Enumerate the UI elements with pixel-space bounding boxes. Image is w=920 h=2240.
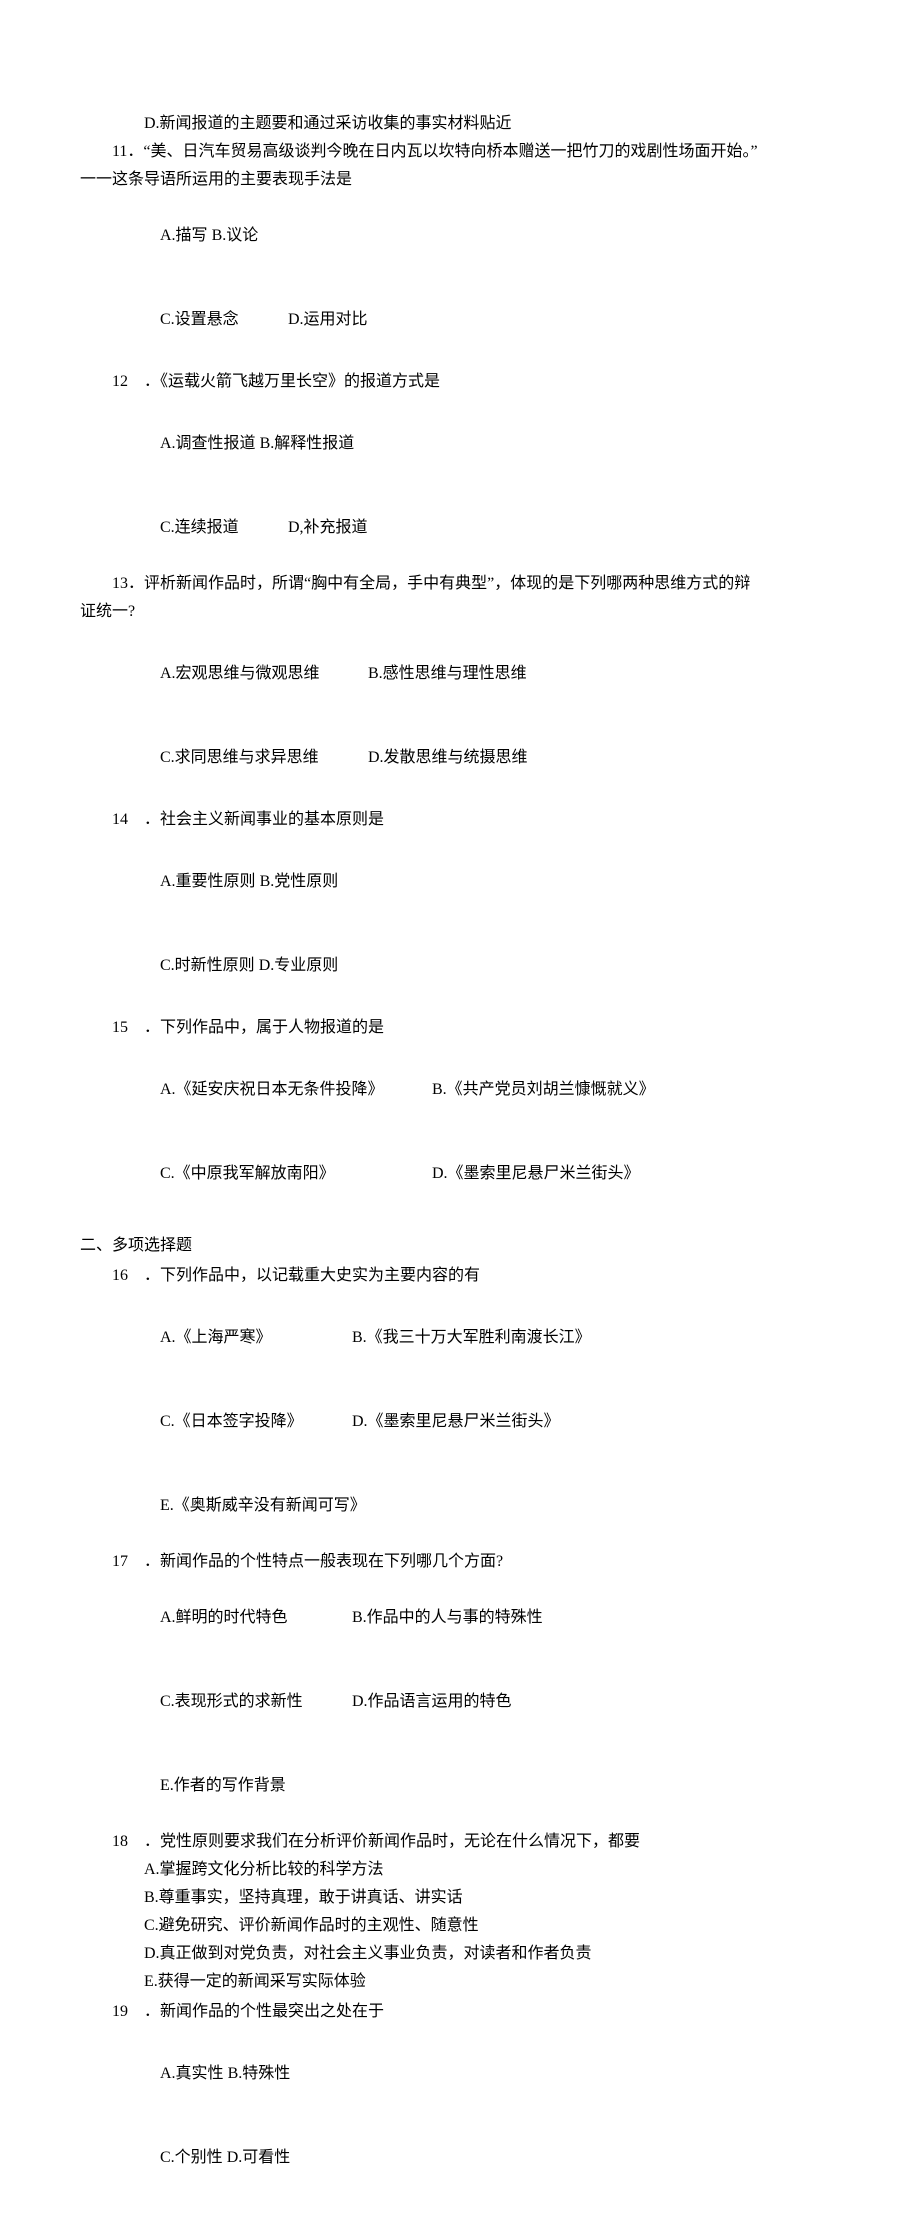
q16-option-c: C.《日本签字投降》 [160,1408,352,1436]
q14-option-c: C.时新性原则 [160,952,255,980]
q12-option-a: A.调查性报道 [160,430,256,458]
q12-option-d: D,补充报道 [288,514,368,542]
q18-option-a: A.掌握跨文化分析比较的科学方法 [80,1856,840,1884]
q18-option-e: E.获得一定的新闻采写实际体验 [80,1968,840,1996]
q12-option-c: C.连续报道 [160,514,288,542]
q15-options-row1: A.《延安庆祝日本无条件投降》B.《共产党员刘胡兰慷慨就义》 [80,1048,840,1132]
q14-option-a: A.重要性原则 [160,868,256,896]
q19-stem: 19 ．新闻作品的个性最突出之处在于 [80,1998,840,2026]
q18-option-b: B.尊重事实，坚持真理，敢于讲真话、讲实话 [80,1884,840,1912]
q18-option-d: D.真正做到对党负责，对社会主义事业负责，对读者和作者负责 [80,1940,840,1968]
q13-stem: 13．评析新闻作品时，所谓“胸中有全局，手中有典型”，体现的是下列哪两种思维方式… [80,570,840,598]
q14-options-row2: C.时新性原则 D.专业原则 [80,924,840,1008]
q13-options-row1: A.宏观思维与微观思维B.感性思维与理性思维 [80,632,840,716]
q14-number: 14 [112,811,128,828]
q16-options-row3: E.《奥斯威辛没有新闻可写》 [80,1464,840,1548]
q18-stem: 18 ．党性原则要求我们在分析评价新闻作品时，无论在什么情况下，都要 [80,1828,840,1856]
q10-option-d: D.新闻报道的主题要和通过采访收集的事实材料贴近 [80,110,840,138]
q17-options-row3: E.作者的写作背景 [80,1744,840,1828]
q11-option-c: C.设置悬念 [160,306,288,334]
q16-options-row2: C.《日本签字投降》D.《墨索里尼悬尸米兰街头》 [80,1380,840,1464]
q19-number: 19 [112,2003,128,2020]
q13-options-row2: C.求同思维与求异思维D.发散思维与统摄思维 [80,716,840,800]
q11-stem: 11．“美、日汽车贸易高级谈判今晚在日内瓦以坎特向桥本赠送一把竹刀的戏剧性场面开… [80,138,840,166]
q16-options-row1: A.《上海严寒》B.《我三十万大军胜利南渡长江》 [80,1296,840,1380]
q11-options-row2: C.设置悬念D.运用对比 [80,278,840,362]
q17-option-e: E.作者的写作背景 [160,1772,286,1800]
q14-option-d: D.专业原则 [259,952,339,980]
q19-option-a: A.真实性 [160,2060,224,2088]
q17-stem: 17 ．新闻作品的个性特点一般表现在下列哪几个方面? [80,1548,840,1576]
q15-option-a: A.《延安庆祝日本无条件投降》 [160,1076,432,1104]
q11-number: 11 [112,143,127,160]
q11-stem-cont: 一一这条导语所运用的主要表现手法是 [80,166,840,194]
q16-option-a: A.《上海严寒》 [160,1324,352,1352]
q11-option-d: D.运用对比 [288,306,368,334]
q17-number: 17 [112,1553,128,1570]
q14-option-b: B.党性原则 [260,868,339,896]
q13-option-d: D.发散思维与统摄思维 [368,744,528,772]
q17-option-d: D.作品语言运用的特色 [352,1688,512,1716]
q14-options-row1: A.重要性原则 B.党性原则 [80,840,840,924]
q13-option-b: B.感性思维与理性思维 [368,660,527,688]
q19-options-row1: A.真实性 B.特殊性 [80,2032,840,2116]
q11-option-b: B.议论 [212,222,259,250]
q17-option-a: A.鲜明的时代特色 [160,1604,352,1632]
q19-options-row2: C.个别性 D.可看性 [80,2116,840,2200]
q15-number: 15 [112,1019,128,1036]
q13-option-c: C.求同思维与求异思维 [160,744,368,772]
q14-stem: 14 ．社会主义新闻事业的基本原则是 [80,806,840,834]
q17-options-row1: A.鲜明的时代特色B.作品中的人与事的特殊性 [80,1576,840,1660]
q15-stem: 15 ．下列作品中，属于人物报道的是 [80,1014,840,1042]
q17-options-row2: C.表现形式的求新性D.作品语言运用的特色 [80,1660,840,1744]
q12-number: 12 [112,373,128,390]
q13-number: 13 [112,575,128,592]
q13-stem-cont: 证统一? [80,598,840,626]
q16-option-d: D.《墨索里尼悬尸米兰街头》 [352,1408,560,1436]
q16-number: 16 [112,1267,128,1284]
q15-option-d: D.《墨索里尼悬尸米兰街头》 [432,1160,640,1188]
q17-option-b: B.作品中的人与事的特殊性 [352,1604,543,1632]
q12-options-row1: A.调查性报道 B.解释性报道 [80,402,840,486]
q12-stem: 12 ．《运载火箭飞越万里长空》的报道方式是 [80,368,840,396]
q16-option-e: E.《奥斯威辛没有新闻可写》 [160,1492,366,1520]
q12-option-b: B.解释性报道 [260,430,355,458]
q16-stem: 16 ．下列作品中，以记载重大史实为主要内容的有 [80,1262,840,1290]
q12-options-row2: C.连续报道D,补充报道 [80,486,840,570]
q15-options-row2: C.《中原我军解放南阳》D.《墨索里尼悬尸米兰街头》 [80,1132,840,1216]
q15-option-b: B.《共产党员刘胡兰慷慨就义》 [432,1076,655,1104]
q13-option-a: A.宏观思维与微观思维 [160,660,368,688]
q18-option-c: C.避免研究、评价新闻作品时的主观性、随意性 [80,1912,840,1940]
q16-option-b: B.《我三十万大军胜利南渡长江》 [352,1324,591,1352]
q19-option-b: B.特殊性 [228,2060,291,2088]
section-2-heading: 二、多项选择题 [80,1232,840,1260]
q11-option-a: A.描写 [160,222,208,250]
q17-option-c: C.表现形式的求新性 [160,1688,352,1716]
q19-option-c: C.个别性 [160,2144,223,2172]
q11-options-row1: A.描写 B.议论 [80,194,840,278]
q18-number: 18 [112,1833,128,1850]
q19-option-d: D.可看性 [227,2144,291,2172]
q15-option-c: C.《中原我军解放南阳》 [160,1160,432,1188]
